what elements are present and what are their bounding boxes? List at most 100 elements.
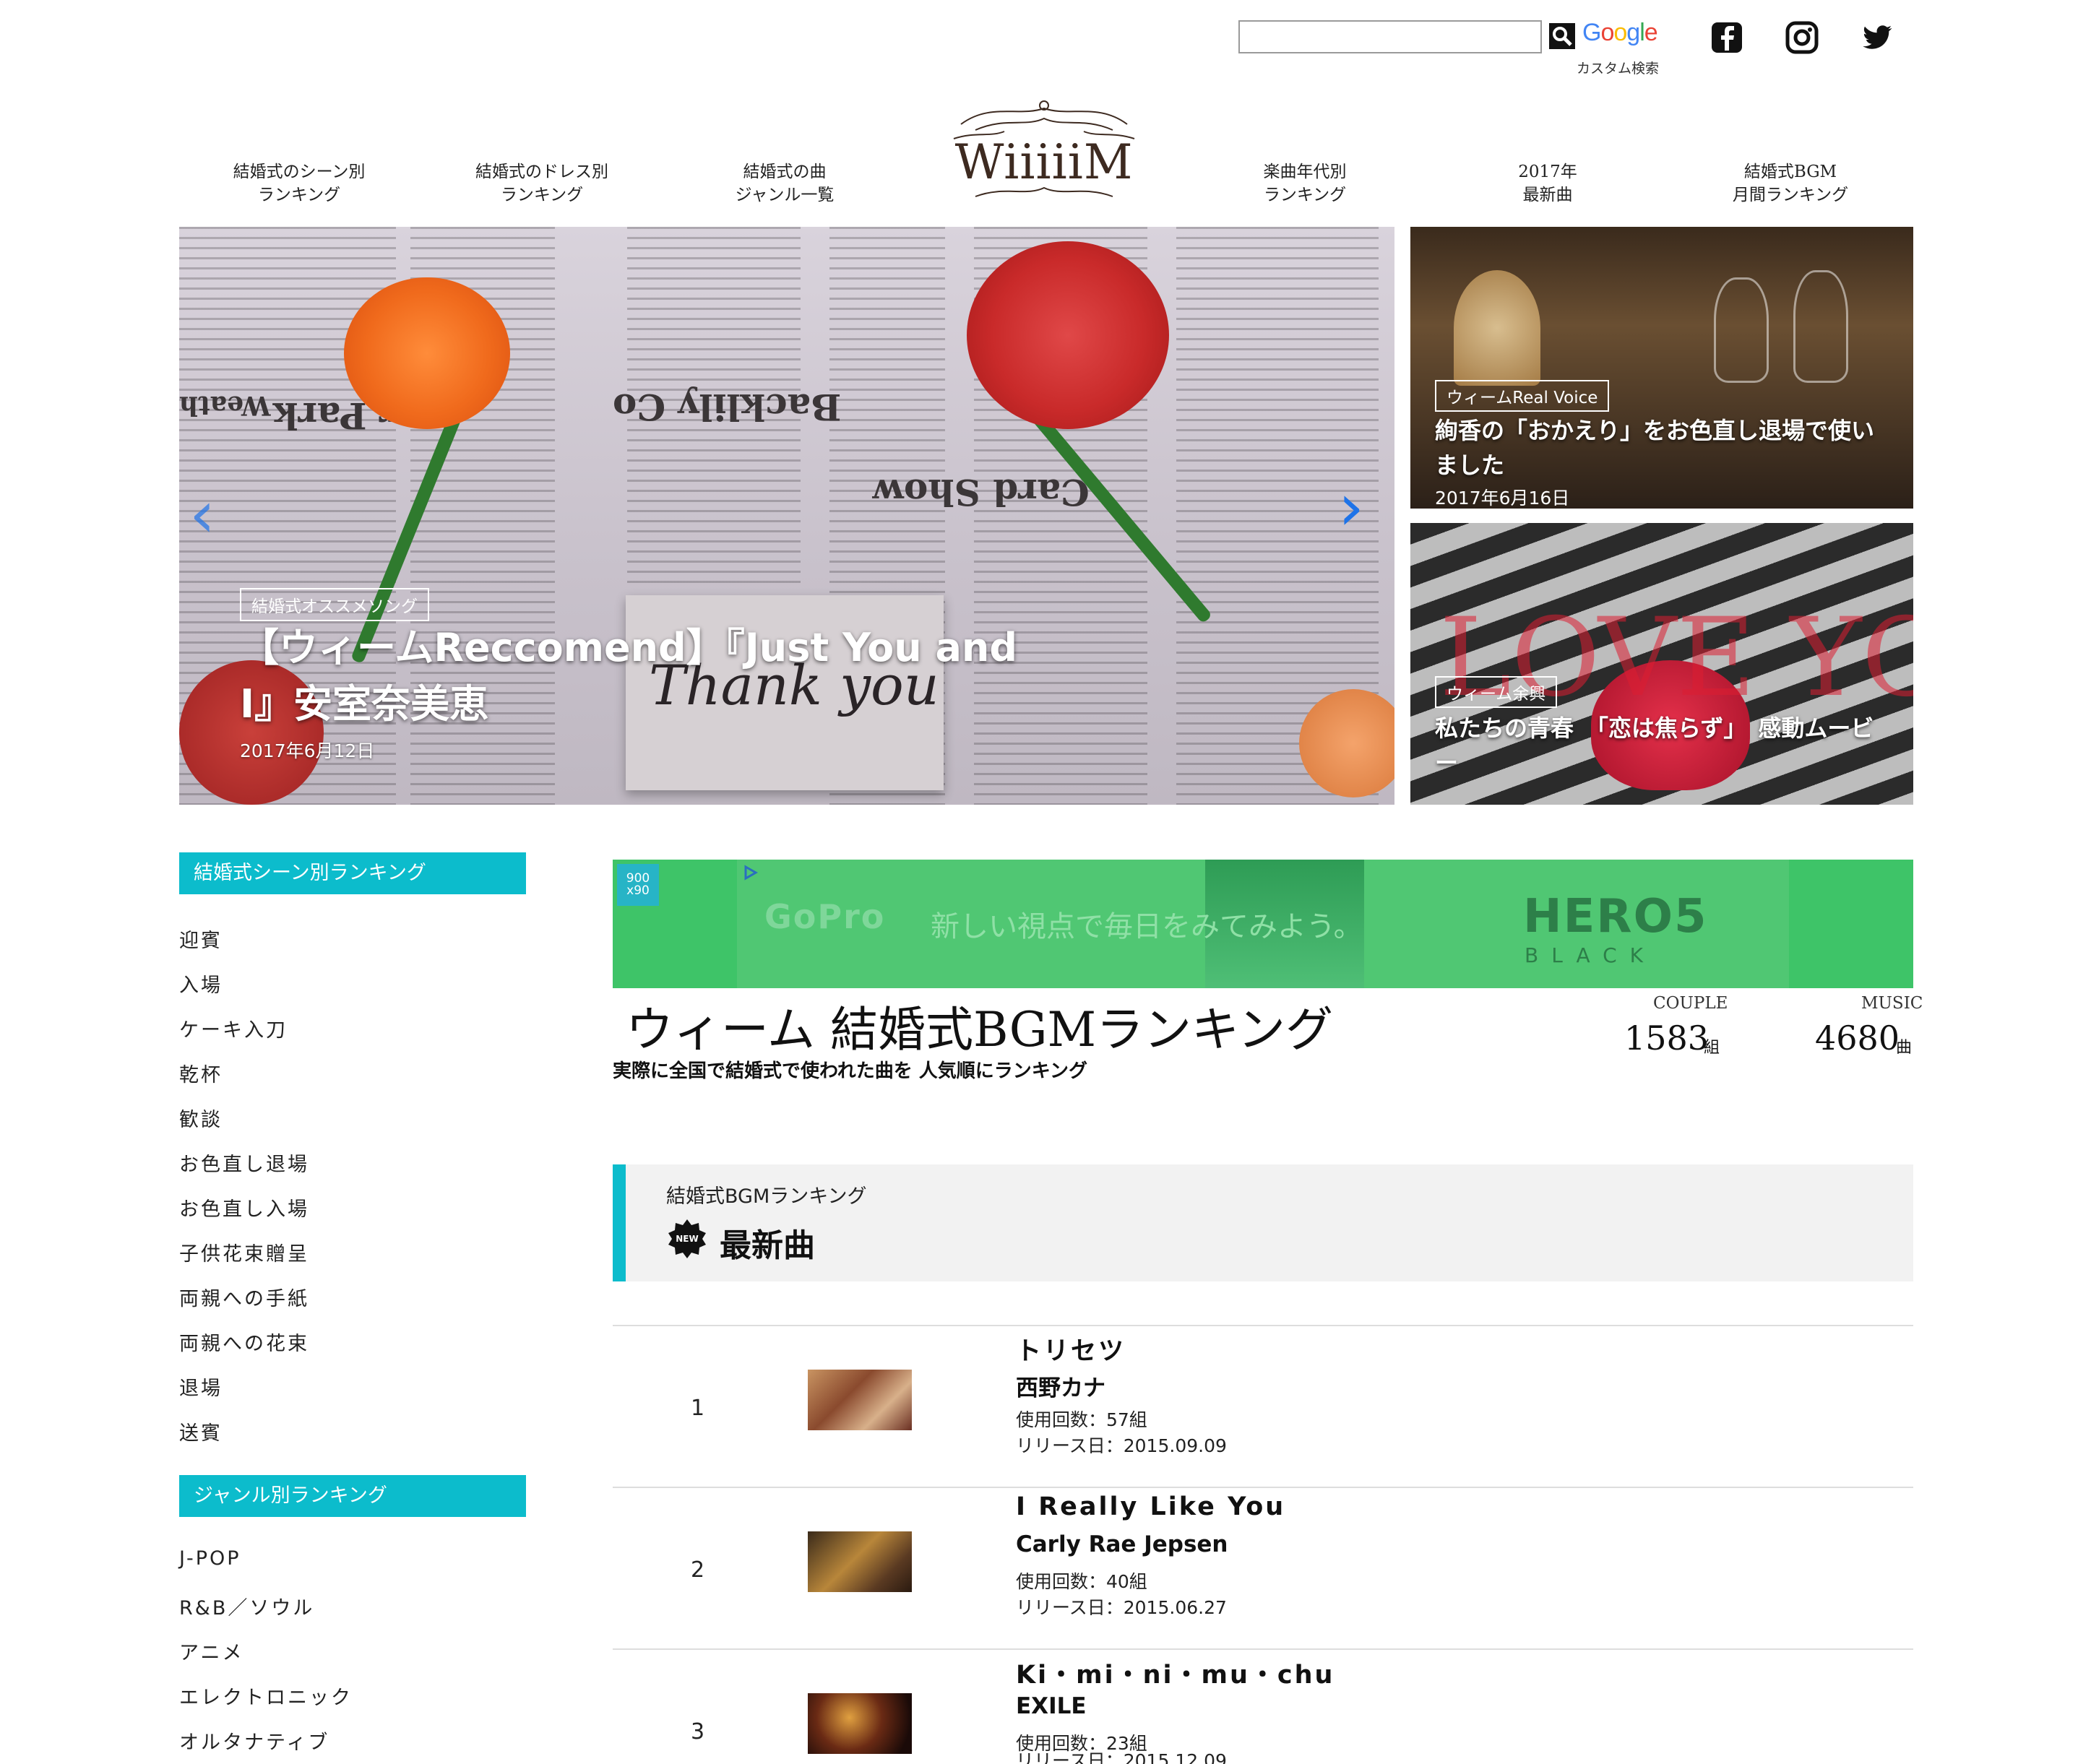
facebook-icon: [1712, 22, 1742, 53]
new-badge-icon: NEW: [668, 1219, 706, 1258]
card-title: 私たちの青春 「恋は焦らず」 感動ムービー: [1435, 714, 1874, 777]
couple-label: COUPLE: [1653, 994, 1728, 1013]
nav-dress-ranking[interactable]: 結婚式のドレス別 ランキング: [434, 160, 650, 207]
song-title[interactable]: I Really Like You: [1016, 1492, 1285, 1521]
ranking-subtitle: 実際に全国で結婚式で使われた曲を 人気順にランキング: [613, 1060, 1087, 1082]
sidebar-link-scene[interactable]: 退場: [179, 1372, 223, 1401]
ad-size-badge: 900 x90: [617, 864, 659, 906]
sidebar-link-genre[interactable]: アニメ: [179, 1637, 243, 1665]
ad-size-label: x90: [626, 883, 650, 898]
search-icon: [1549, 23, 1575, 49]
sidebar-link-genre[interactable]: R&B／ソウル: [179, 1592, 314, 1620]
row-divider: [613, 1487, 1913, 1488]
sidebar-link-scene[interactable]: 両親への花束: [179, 1328, 309, 1356]
release-date: リリース日：2015.06.27: [1016, 1597, 1227, 1618]
song-title[interactable]: トリセツ: [1016, 1331, 1126, 1367]
music-count: 4680: [1815, 1019, 1900, 1058]
sidebar-link-scene[interactable]: 歓談: [179, 1104, 223, 1132]
rank-number: 1: [691, 1396, 705, 1421]
instagram-icon: [1785, 21, 1819, 54]
artist-name: 西野カナ: [1016, 1375, 1105, 1401]
nav-label: ランキング: [500, 186, 584, 204]
card-category-tag: ウィームReal Voice: [1435, 380, 1610, 412]
article-card[interactable]: ウィームReal Voice 絢香の「おかえり」をお色直し退場で使いました 20…: [1410, 227, 1913, 509]
rank-number: 2: [691, 1557, 705, 1583]
hero-category-tag[interactable]: 結婚式オススメソング: [240, 588, 429, 621]
sidebar-link-scene[interactable]: 両親への手紙: [179, 1283, 309, 1311]
newspaper-headline: Card Show: [873, 471, 1090, 514]
ad-product-sub: BLACK: [1525, 943, 1657, 967]
song-title[interactable]: Ki・mi・ni・mu・chu: [1016, 1654, 1335, 1691]
use-count: 使用回数：57組: [1016, 1409, 1147, 1430]
nav-label: 結婚式のドレス別: [475, 163, 608, 181]
ranking-title: ウィーム 結婚式BGMランキング: [626, 1002, 1334, 1058]
sidebar-link-genre[interactable]: J-POP: [179, 1547, 241, 1570]
slider-next-arrow-icon[interactable]: ›: [1338, 470, 1364, 545]
nav-label: ランキング: [257, 186, 341, 204]
sidebar-link-scene[interactable]: 子供花束贈呈: [179, 1238, 309, 1266]
song-thumbnail[interactable]: [808, 1693, 912, 1754]
wine-glass-image: [1793, 270, 1848, 383]
search-button[interactable]: [1548, 22, 1577, 51]
nav-genre-list[interactable]: 結婚式の曲 ジャンル一覧: [676, 160, 893, 207]
card-title: 絢香の「おかえり」をお色直し退場で使いました: [1435, 417, 1875, 479]
sidebar-link-genre[interactable]: エレクトロニック: [179, 1682, 353, 1710]
sidebar-link-genre[interactable]: オルタナティブ: [179, 1726, 329, 1755]
nav-label: ランキング: [1263, 186, 1347, 204]
twitter-link[interactable]: [1860, 20, 1894, 55]
sidebar-link-scene[interactable]: 入場: [179, 969, 223, 998]
sidebar-link-scene[interactable]: 乾杯: [179, 1059, 223, 1087]
sidebar-link-scene[interactable]: ケーキ入刀: [179, 1014, 288, 1042]
slider-prev-arrow-icon[interactable]: ‹: [189, 477, 215, 553]
nav-label: 楽曲年代別: [1263, 163, 1347, 181]
nav-label: 最新曲: [1522, 186, 1573, 204]
lamp-image: [1454, 270, 1540, 386]
row-divider: [613, 1648, 1913, 1650]
hero-title[interactable]: 【ウィームReccomend】『Just You and I』安室奈美恵: [240, 620, 1064, 732]
couple-count: 1583: [1624, 1019, 1710, 1058]
row-divider: [613, 1325, 1913, 1326]
release-date: リリース日：2015.09.09: [1016, 1435, 1227, 1456]
rank-number: 3: [691, 1719, 705, 1744]
site-logo[interactable]: WiiiiiM: [939, 134, 1149, 190]
ad-brand: GoPro: [764, 897, 886, 936]
sidebar-link-scene[interactable]: お色直し退場: [179, 1149, 309, 1177]
card-category-tag: ウィーム余興: [1435, 676, 1558, 708]
sidebar-link-scene[interactable]: お色直し入場: [179, 1193, 309, 1222]
nav-era-ranking[interactable]: 楽曲年代別 ランキング: [1197, 160, 1413, 207]
sidebar-link-scene[interactable]: 送賓: [179, 1417, 223, 1445]
new-badge-label: NEW: [676, 1234, 698, 1244]
search-input[interactable]: [1238, 20, 1542, 53]
nav-monthly-ranking[interactable]: 結婚式BGM 月間ランキング: [1682, 160, 1899, 207]
gopro-banner-ad[interactable]: 900 x90 GoPro 新しい視点で毎日をみてみよう。 HERO5 BLAC…: [613, 860, 1913, 988]
hero-date: 2017年6月12日: [240, 740, 375, 761]
artist-name: EXILE: [1016, 1693, 1087, 1719]
song-thumbnail[interactable]: [808, 1370, 912, 1430]
release-date: リリース日：2015.12.09: [1016, 1750, 1227, 1764]
nav-label: 2017年: [1518, 163, 1577, 181]
newspaper-headline: Backlily Co: [613, 386, 842, 428]
song-thumbnail[interactable]: [808, 1531, 912, 1592]
orange-carnation: [344, 277, 510, 429]
music-label: MUSIC: [1861, 994, 1923, 1013]
ad-copy: 新しい視点で毎日をみてみよう。: [931, 910, 1363, 943]
facebook-link[interactable]: [1710, 20, 1744, 55]
ad-product: HERO5: [1523, 890, 1708, 943]
custom-search-label: カスタム検索: [1577, 61, 1660, 77]
nav-label: 月間ランキング: [1732, 186, 1849, 204]
nav-label: 結婚式BGM: [1743, 163, 1837, 181]
instagram-link[interactable]: [1785, 20, 1819, 55]
article-card[interactable]: LOVE YOU ウィーム余興 私たちの青春 「恋は焦らず」 感動ムービー: [1410, 523, 1913, 805]
nav-2017-new[interactable]: 2017年 最新曲: [1439, 160, 1656, 207]
section-kicker: 結婚式BGMランキング: [666, 1185, 867, 1208]
nav-label: 結婚式の曲: [743, 163, 827, 181]
section-title: 最新曲: [720, 1227, 815, 1264]
music-unit: 曲: [1896, 1039, 1913, 1057]
nav-scene-ranking[interactable]: 結婚式のシーン別 ランキング: [191, 160, 408, 207]
artist-name: Carly Rae Jepsen: [1016, 1531, 1228, 1557]
nav-label: 結婚式のシーン別: [233, 163, 366, 181]
sidebar-heading-scene: 結婚式シーン別ランキング: [179, 852, 526, 894]
sidebar-link-scene[interactable]: 迎賓: [179, 925, 223, 953]
ad-choices-icon[interactable]: [741, 864, 759, 881]
sidebar-heading-genre: ジャンル別ランキング: [179, 1475, 526, 1517]
